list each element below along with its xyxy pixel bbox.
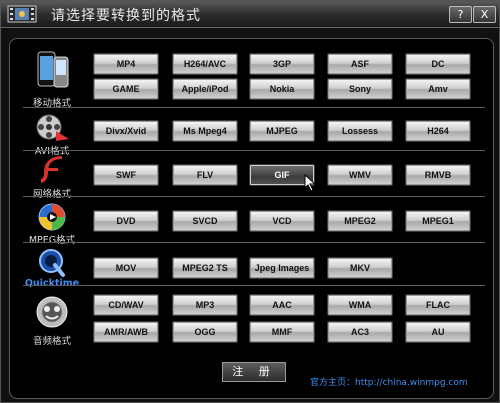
format-button-mp4[interactable]: MP4 xyxy=(94,54,158,74)
format-button-wmv[interactable]: WMV xyxy=(328,165,392,185)
format-button-amr-awb[interactable]: AMR/AWB xyxy=(94,322,158,342)
help-button[interactable]: ? xyxy=(449,6,472,23)
title-bar: 请选择要转换到的格式 ? X xyxy=(1,1,499,28)
format-dialog: 请选择要转换到的格式 ? X 移动格式 MP4 H264/AVC 3GP ASF… xyxy=(0,0,500,403)
format-button-nokia[interactable]: Nokia xyxy=(250,79,314,99)
format-button-au[interactable]: AU xyxy=(406,322,470,342)
format-button-apple-ipod[interactable]: Apple/iPod xyxy=(173,79,237,99)
format-button-sony[interactable]: Sony xyxy=(328,79,392,99)
format-button-mkv[interactable]: MKV xyxy=(328,258,392,278)
format-button-divx-xvid[interactable]: Divx/Xvid xyxy=(94,121,158,141)
divider xyxy=(23,196,485,197)
format-button-dc[interactable]: DC xyxy=(406,54,470,74)
category-label: 音频格式 xyxy=(32,336,71,347)
format-panel: 移动格式 MP4 H264/AVC 3GP ASF DC GAME Apple/… xyxy=(9,38,494,399)
format-button-mpeg2[interactable]: MPEG2 xyxy=(328,211,392,231)
format-button-vcd[interactable]: VCD xyxy=(250,211,314,231)
format-button-cd-wav[interactable]: CD/WAV xyxy=(94,295,158,315)
format-button-mjpeg[interactable]: MJPEG xyxy=(250,121,314,141)
format-button-amv[interactable]: Amv xyxy=(406,79,470,99)
format-button-mpeg2-ts[interactable]: MPEG2 TS xyxy=(173,258,237,278)
format-button-game[interactable]: GAME xyxy=(94,79,158,99)
format-button-ogg[interactable]: OGG xyxy=(173,322,237,342)
close-button[interactable]: X xyxy=(473,6,496,23)
mpeg-disc-icon xyxy=(38,203,66,231)
format-button-lossess[interactable]: Lossess xyxy=(328,121,392,141)
category-label: MPEG格式 xyxy=(28,235,76,246)
format-button-rmvb[interactable]: RMVB xyxy=(406,165,470,185)
divider xyxy=(23,150,485,151)
format-button-jpeg-images[interactable]: Jpeg Images xyxy=(250,258,314,278)
format-button-h264[interactable]: H264 xyxy=(406,121,470,141)
mobile-phone-icon xyxy=(37,51,69,88)
format-button-wma[interactable]: WMA xyxy=(328,295,392,315)
format-button-flac[interactable]: FLAC xyxy=(406,295,470,315)
format-button-svcd[interactable]: SVCD xyxy=(173,211,237,231)
format-button-ac3[interactable]: AC3 xyxy=(328,322,392,342)
category-label: Quicktime xyxy=(24,278,80,289)
format-button-aac[interactable]: AAC xyxy=(250,295,314,315)
format-button-h264avc[interactable]: H264/AVC xyxy=(173,54,237,74)
format-button-dvd[interactable]: DVD xyxy=(94,211,158,231)
homepage-link[interactable]: 官方主页：http://china.winmpg.com xyxy=(310,375,468,388)
divider xyxy=(23,107,485,108)
film-strip-icon xyxy=(7,5,37,23)
format-button-asf[interactable]: ASF xyxy=(328,54,392,74)
mouse-cursor-icon xyxy=(304,174,317,192)
format-button-ms-mpeg4[interactable]: Ms Mpeg4 xyxy=(173,121,237,141)
format-button-mp3[interactable]: MP3 xyxy=(173,295,237,315)
divider xyxy=(23,242,485,243)
category-label: 网络格式 xyxy=(32,189,71,200)
format-button-swf[interactable]: SWF xyxy=(94,165,158,185)
divider xyxy=(23,285,485,286)
flash-icon xyxy=(41,156,62,183)
format-button-mov[interactable]: MOV xyxy=(94,258,158,278)
format-button-mmf[interactable]: MMF xyxy=(250,322,314,342)
window-title: 请选择要转换到的格式 xyxy=(51,8,201,24)
format-button-mpeg1[interactable]: MPEG1 xyxy=(406,211,470,231)
format-button-flv[interactable]: FLV xyxy=(173,165,237,185)
format-button-3gp[interactable]: 3GP xyxy=(250,54,314,74)
register-button[interactable]: 注 册 xyxy=(222,362,286,382)
quicktime-icon xyxy=(39,249,65,277)
audio-speaker-icon xyxy=(36,296,68,328)
film-reel-icon xyxy=(36,114,69,141)
